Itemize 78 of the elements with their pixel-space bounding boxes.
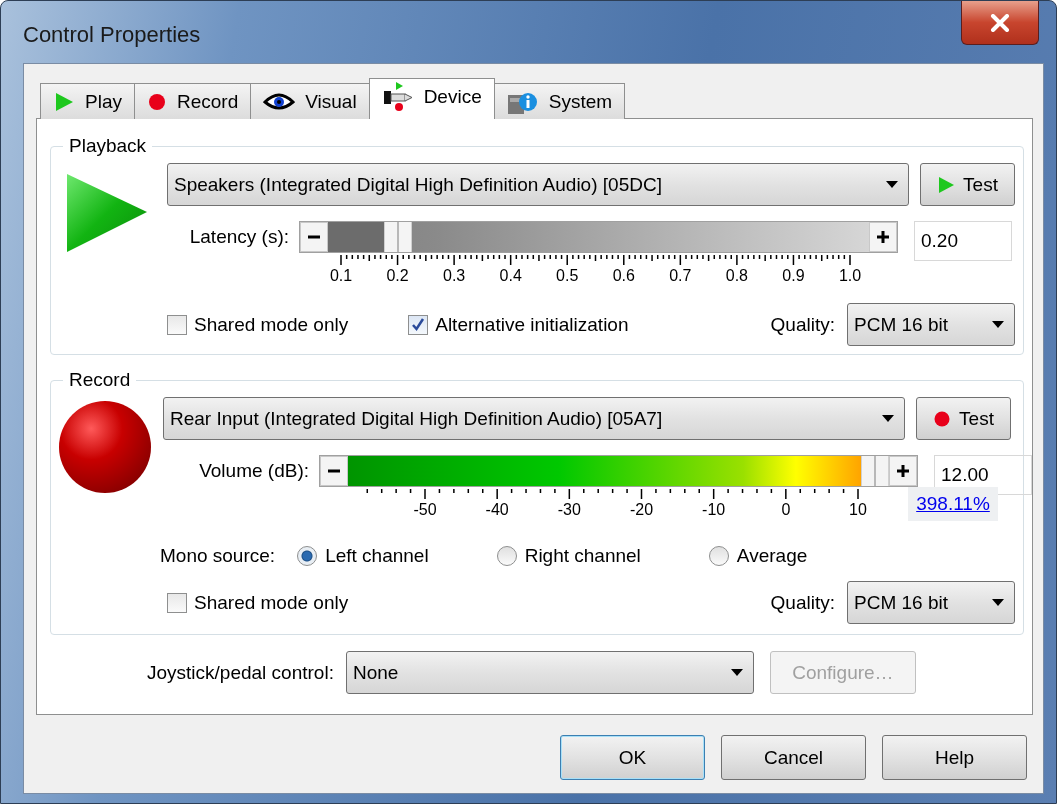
minus-button[interactable] (320, 456, 348, 486)
window-title: Control Properties (23, 22, 201, 48)
device-dropdown[interactable]: Speakers (Integrated Digital High Definition Audio) [05DC] (167, 163, 909, 206)
scale-label: 1.0 (838, 267, 862, 285)
checkbox[interactable] (167, 314, 187, 335)
scale-label: -30 (557, 501, 581, 519)
scale-label: 0.3 (443, 267, 466, 285)
scale-label: 0.1 (329, 267, 353, 285)
radio-label: Right channel (524, 545, 641, 567)
quality-label: Quality: (770, 313, 835, 336)
slider[interactable] (319, 455, 918, 487)
scale-label: 0.9 (782, 267, 805, 285)
scale-label: 0.8 (725, 267, 748, 285)
eye-icon (263, 91, 296, 112)
scale-label: 0.7 (669, 267, 692, 285)
tab[interactable]: Visual (250, 83, 370, 119)
mono-source-label: Mono source: (160, 545, 276, 567)
scale-label: 0.4 (499, 267, 522, 285)
dropdown-arrow-icon (882, 414, 894, 423)
slider-label: Volume (dB): (198, 460, 310, 482)
percent-link[interactable]: 398.11% (908, 487, 998, 521)
close-icon (989, 13, 1011, 32)
radio-button[interactable] (496, 546, 517, 566)
check-icon (410, 316, 427, 333)
play-icon (937, 175, 956, 194)
scale-label: -40 (485, 501, 509, 519)
radio-option[interactable]: Average (708, 545, 808, 567)
tab[interactable]: Play (40, 83, 135, 119)
quality-label: Quality: (770, 591, 835, 614)
radio-button[interactable] (708, 546, 729, 566)
record-icon (57, 399, 153, 495)
test-button[interactable]: Test (916, 397, 1011, 440)
dialog-button[interactable]: OK (560, 735, 705, 780)
scale-label: -10 (702, 501, 726, 519)
radio-button[interactable] (297, 546, 318, 566)
record-icon (933, 409, 952, 428)
dropdown-arrow-icon (992, 320, 1004, 329)
scale-label: 0.2 (386, 267, 409, 285)
checkbox[interactable] (167, 592, 187, 613)
tab[interactable]: Device (368, 78, 495, 119)
scale-label: 10 (849, 501, 867, 519)
joystick-label: Joystick/pedal control: (147, 661, 334, 684)
radio-option[interactable]: Left channel (297, 545, 429, 567)
plus-icon (896, 464, 910, 478)
plus-button[interactable] (869, 222, 897, 252)
scale-label: 0.5 (556, 267, 579, 285)
slider-thumb[interactable] (384, 222, 413, 252)
slider-thumb[interactable] (861, 456, 889, 486)
device-dropdown[interactable]: Rear Input (Integrated Digital High Definition Audio) [05A7] (163, 397, 905, 440)
dialog-button[interactable]: Help (882, 735, 1027, 780)
checkbox[interactable] (408, 314, 429, 335)
scale-label: 0.6 (612, 267, 635, 285)
dialog-button[interactable]: Cancel (721, 735, 866, 780)
dropdown-arrow-icon (886, 180, 898, 189)
minus-button[interactable] (300, 222, 328, 252)
play-icon (53, 91, 75, 112)
scale-label: -50 (413, 501, 437, 519)
scale-label: -20 (629, 501, 654, 519)
radio-option[interactable]: Right channel (496, 545, 641, 567)
tab[interactable]: Record (133, 83, 252, 119)
scale-label: 0 (781, 501, 791, 519)
plus-button[interactable] (889, 456, 917, 486)
slider-label: Latency (s): (188, 226, 290, 248)
connector-icon (381, 82, 414, 112)
test-button[interactable]: Test (920, 163, 1015, 206)
radio-label: Left channel (325, 545, 429, 567)
record-icon (146, 91, 167, 112)
radio-label: Average (736, 545, 808, 567)
dropdown-arrow-icon (730, 668, 743, 677)
tab[interactable]: System (493, 83, 626, 119)
quality-dropdown[interactable]: PCM 16 bit (847, 581, 1015, 624)
value-field[interactable]: 0.20 (914, 221, 1012, 261)
slider[interactable] (299, 221, 898, 253)
joystick-dropdown[interactable]: None (345, 651, 754, 694)
dropdown-arrow-icon (992, 598, 1004, 607)
quality-dropdown[interactable]: PCM 16 bit (847, 303, 1015, 346)
plus-icon (876, 230, 890, 244)
close-button[interactable] (961, 1, 1039, 45)
